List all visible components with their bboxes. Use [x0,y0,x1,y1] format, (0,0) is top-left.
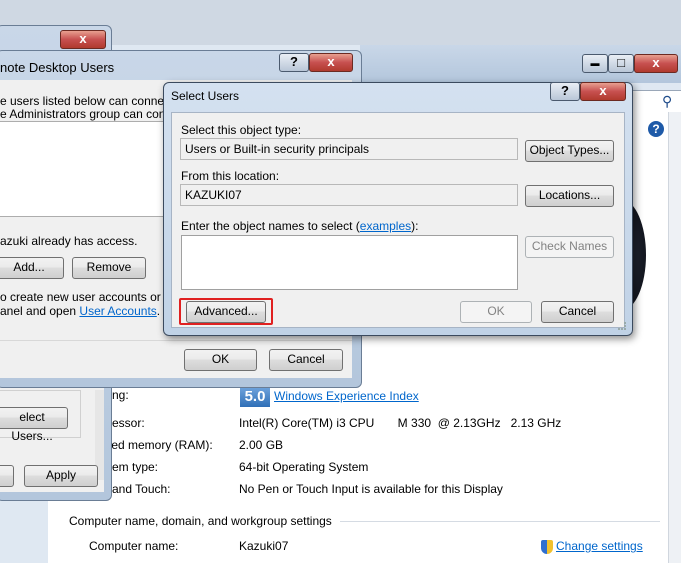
close-button[interactable]: x [580,82,626,101]
ok-button[interactable]: OK [460,301,532,323]
object-type-label: Select this object type: [181,123,302,137]
wei-score-badge: 5.0 [240,387,270,407]
object-type-field: Users or Built-in security principals [180,138,518,160]
period-text: . [156,304,161,318]
help-button[interactable]: ? [279,53,309,72]
users-list[interactable] [0,121,167,217]
separator [0,340,352,341]
row-label-processor: essor: [112,416,145,430]
computer-name-value: Kazuki07 [239,539,289,553]
apply-button[interactable]: Apply [24,465,98,487]
shield-icon [541,540,553,554]
access-text: azuki already has access. [0,234,138,248]
help-icon[interactable]: ? [648,121,664,137]
row-value-pen-touch: No Pen or Touch Input is available for t… [239,482,503,496]
row-label-pen-touch: and Touch: [112,482,171,496]
row-label-rating: ng: [112,388,129,402]
cancel-button[interactable] [0,465,14,487]
row-value-processor: Intel(R) Core(TM) i3 CPU M 330 @ 2.13GHz… [239,416,562,430]
change-settings-link[interactable]: Change settings [556,539,643,553]
user-accounts-link[interactable]: User Accounts [79,304,156,318]
resize-grip-icon[interactable] [618,322,626,330]
search-icon[interactable]: ⚲ [662,93,672,110]
highlight-box [179,298,273,325]
select-users-button[interactable]: elect Users... [0,407,68,443]
control-panel-text: anel and open [0,304,77,318]
examples-link[interactable]: examples [360,219,411,233]
check-names-button[interactable]: Check Names [525,236,614,258]
create-accounts-text: o create new user accounts or add [0,290,185,304]
object-names-input[interactable] [181,235,518,290]
help-button[interactable]: ? [550,82,580,101]
create-accounts-text: anel and open User Accounts. [0,304,160,318]
computer-name-label: Computer name: [89,539,179,553]
section-heading: Computer name, domain, and workgroup set… [69,514,332,528]
row-value-memory: 2.00 GB [239,438,284,452]
enter-names-text: Enter the object names to select ( [181,219,360,233]
location-label: From this location: [181,169,280,183]
wei-link[interactable]: Windows Experience Index [274,389,419,403]
close-button[interactable]: x [60,30,106,49]
minimize-button[interactable]: ▬ [582,54,608,73]
scrollbar[interactable] [668,112,681,563]
description-text: e users listed below can connect t [0,94,181,108]
row-value-system-type: 64-bit Operating System [239,460,369,474]
row-label-system-type: em type: [112,460,159,474]
location-field: KAZUKI07 [180,184,518,206]
ok-button[interactable]: OK [184,349,257,371]
section-divider [340,521,660,522]
cancel-button[interactable]: Cancel [541,301,614,323]
close-button[interactable]: x [309,53,353,72]
add-button[interactable]: Add... [0,257,64,279]
row-label-memory: lled memory (RAM): [106,438,213,452]
enter-names-label: Enter the object names to select (exampl… [181,219,418,233]
enter-names-text-end: ): [411,219,419,233]
remove-button[interactable]: Remove [72,257,146,279]
dialog-title: note Desktop Users [0,60,115,75]
close-button[interactable]: x [634,54,678,73]
object-types-button[interactable]: Object Types... [525,140,614,162]
dialog-title: Select Users [171,89,240,103]
description-text: e Administrators group can connec [0,107,185,121]
cancel-button[interactable]: Cancel [269,349,343,371]
locations-button[interactable]: Locations... [525,185,614,207]
maximize-button[interactable]: □ [608,54,634,73]
